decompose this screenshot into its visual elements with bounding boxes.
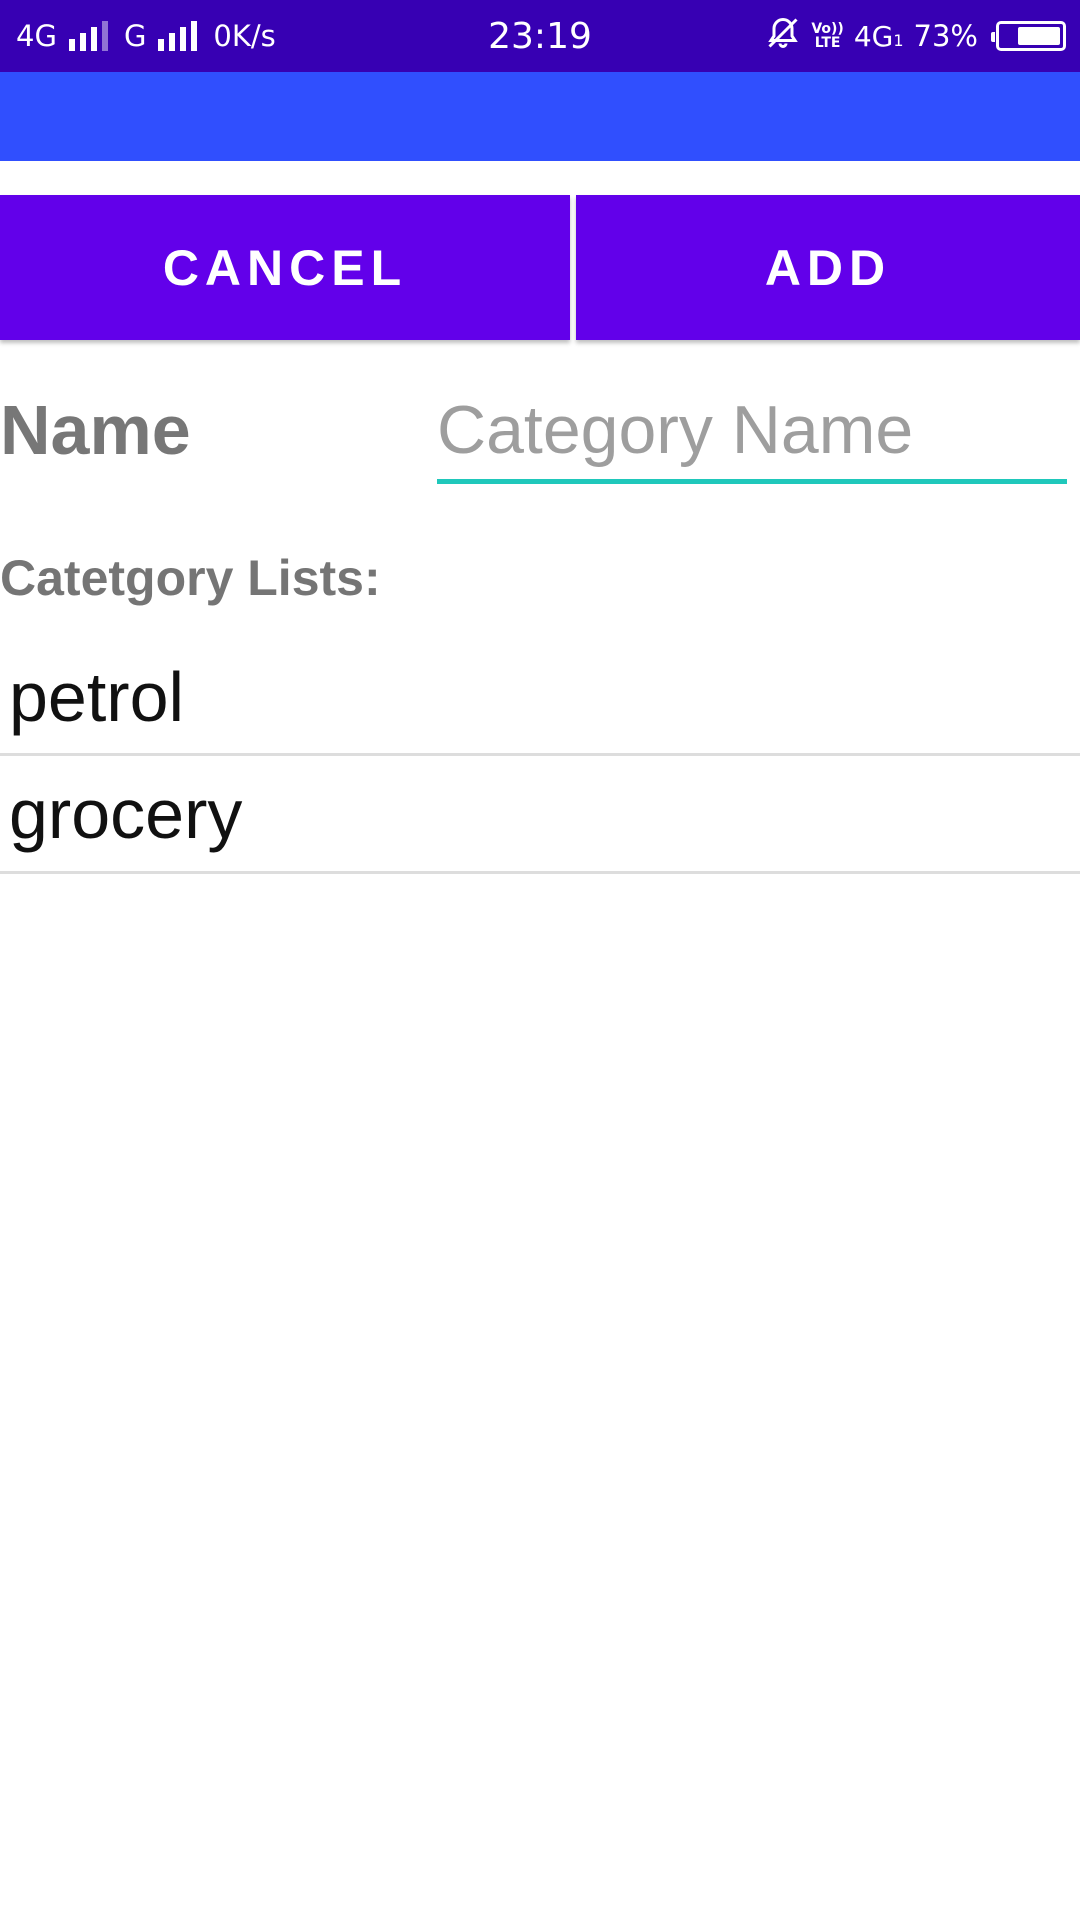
status-bar: 4G G 0K/s 23:19 Vo)) LTE 4G1 73% bbox=[0, 0, 1080, 72]
status-right: Vo)) LTE 4G1 73% bbox=[765, 0, 1066, 72]
cancel-button[interactable]: CANCEL bbox=[0, 195, 570, 340]
network-type-label-2: G bbox=[123, 19, 147, 53]
volte-icon: Vo)) LTE bbox=[811, 22, 843, 50]
category-list: petrol grocery bbox=[0, 640, 1080, 874]
volte-bottom-label: LTE bbox=[814, 35, 841, 51]
battery-icon bbox=[991, 21, 1066, 51]
category-name-input[interactable] bbox=[437, 380, 1067, 484]
data-network-label: 4G bbox=[853, 19, 894, 53]
network-type-label: 4G bbox=[16, 19, 57, 53]
battery-percent: 73% bbox=[913, 19, 978, 53]
signal-icon bbox=[68, 21, 108, 51]
data-4g-icon: 4G1 bbox=[854, 20, 904, 53]
volte-top-label: Vo)) bbox=[811, 21, 844, 37]
network-speed: 0K/s bbox=[213, 19, 276, 53]
screen: 4G G 0K/s 23:19 Vo)) LTE 4G1 73% CANCEL … bbox=[0, 0, 1080, 1920]
battery-fill bbox=[1017, 27, 1060, 45]
category-lists-title: Catetgory Lists: bbox=[0, 550, 381, 606]
signal-icon bbox=[158, 21, 198, 51]
name-label: Name bbox=[0, 391, 191, 469]
app-bar bbox=[0, 72, 1080, 161]
action-buttons: CANCEL ADD bbox=[0, 195, 1080, 340]
alarm-off-icon bbox=[765, 15, 801, 58]
list-item[interactable]: petrol bbox=[0, 640, 1080, 756]
list-item[interactable]: grocery bbox=[0, 756, 1080, 874]
status-left: 4G G 0K/s bbox=[16, 0, 276, 72]
add-button[interactable]: ADD bbox=[576, 195, 1080, 340]
clock-time: 23:19 bbox=[488, 15, 592, 57]
sim-index: 1 bbox=[893, 30, 904, 50]
